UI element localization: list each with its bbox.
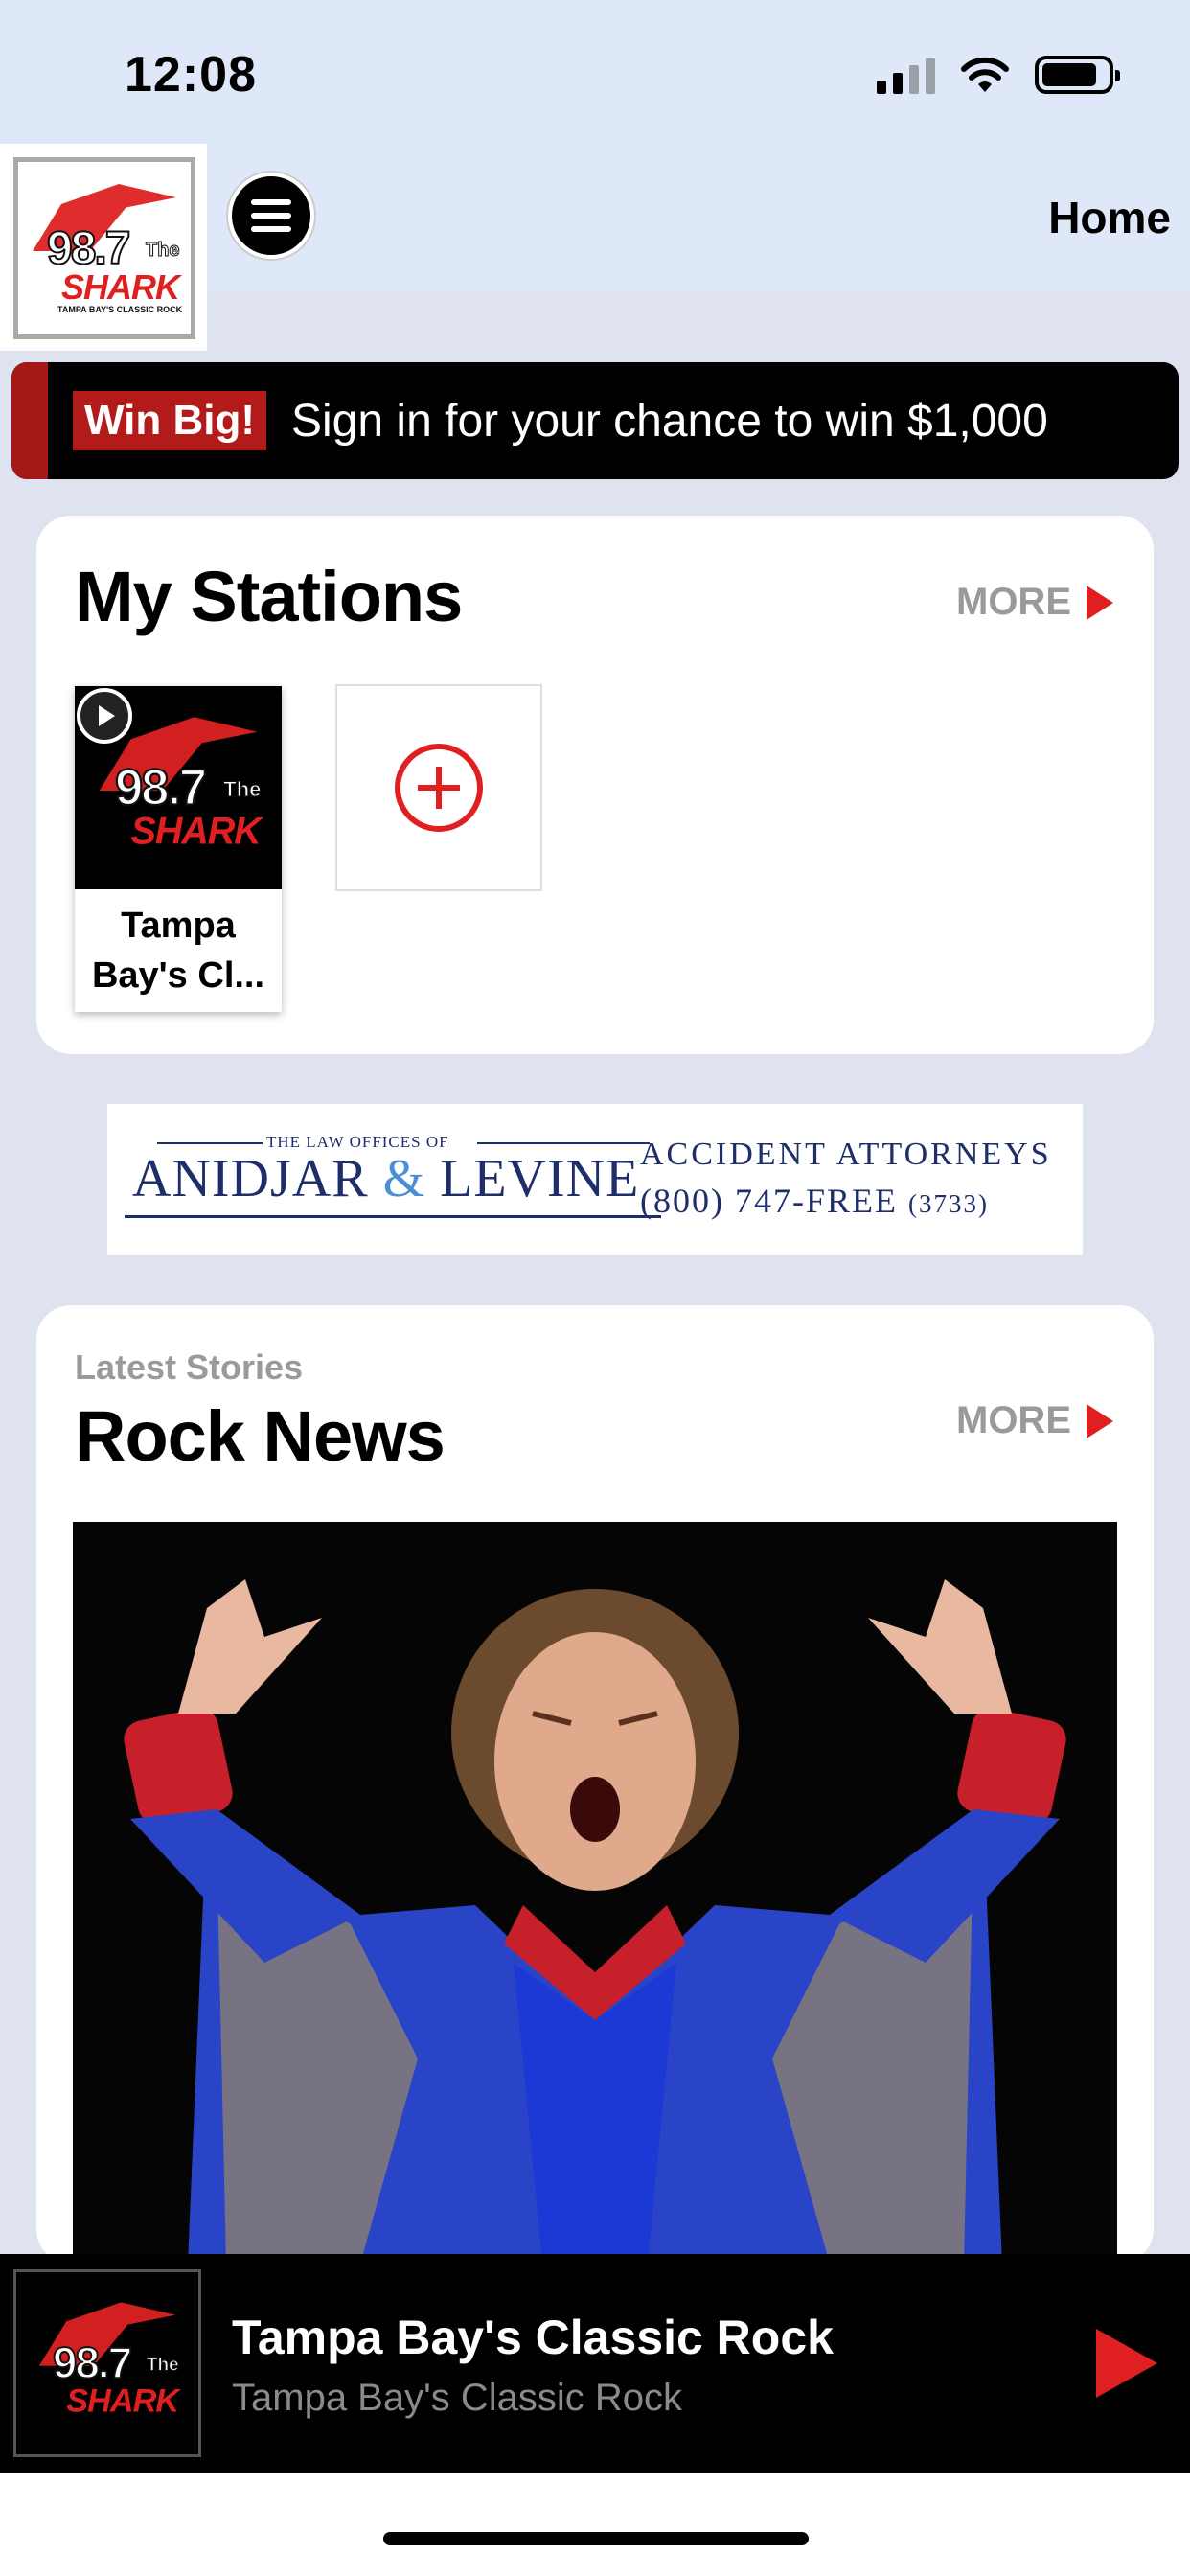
- player-artwork: 98.7 The SHARK: [13, 2269, 201, 2457]
- logo-word: SHARK: [61, 267, 180, 307]
- nav-home[interactable]: Home: [1048, 192, 1171, 243]
- promo-badge: Win Big!: [73, 391, 266, 450]
- shark-logo-icon: 98.7 The SHARK TAMPA BAY'S CLASSIC ROCK: [23, 176, 186, 320]
- status-icons: [877, 56, 1120, 94]
- app-header: 98.7 The SHARK TAMPA BAY'S CLASSIC ROCK …: [0, 144, 1190, 351]
- more-label: MORE: [956, 1399, 1071, 1441]
- my-stations-more-link[interactable]: MORE: [956, 581, 1113, 624]
- chevron-right-icon: [1087, 585, 1113, 620]
- ad-banner[interactable]: THE LAW OFFICES OF ANIDJAR & LEVINE ACCI…: [107, 1104, 1083, 1255]
- mini-player[interactable]: 98.7 The SHARK Tampa Bay's Classic Rock …: [0, 2254, 1190, 2472]
- performer-photo: [73, 1522, 1117, 2264]
- signal-icon: [877, 56, 935, 94]
- news-story-image[interactable]: [73, 1522, 1117, 2264]
- news-title: Rock News: [75, 1396, 446, 1476]
- status-time: 12:08: [125, 47, 257, 103]
- menu-button[interactable]: [228, 172, 314, 259]
- play-icon[interactable]: [77, 688, 132, 744]
- promo-banner[interactable]: Win Big! Sign in for your chance to win …: [11, 362, 1179, 479]
- shark-logo-icon: 98.7 The SHARK: [30, 2295, 185, 2432]
- station-name: Tampa Bay's Cl...: [91, 906, 265, 996]
- my-stations-title: My Stations: [75, 557, 463, 636]
- status-bar: 12:08: [0, 0, 1190, 144]
- bottom-safe-area: [0, 2472, 1190, 2576]
- promo-accent: [11, 362, 48, 479]
- station-logo[interactable]: 98.7 The SHARK TAMPA BAY'S CLASSIC ROCK: [0, 144, 207, 351]
- home-indicator[interactable]: [383, 2532, 809, 2545]
- logo-tagline: TAMPA BAY'S CLASSIC ROCK: [57, 305, 183, 314]
- menu-icon: [251, 199, 291, 205]
- station-tile[interactable]: 98.7 The SHARK Tampa Bay's Cl...: [75, 686, 282, 1012]
- battery-icon: [1035, 56, 1120, 94]
- chevron-right-icon: [1087, 1403, 1113, 1438]
- rock-news-card: Latest Stories Rock News MORE: [36, 1305, 1154, 2264]
- news-subtitle: Latest Stories: [75, 1347, 304, 1387]
- add-station-button[interactable]: [335, 684, 542, 891]
- wifi-icon: [961, 57, 1009, 92]
- player-title: Tampa Bay's Classic Rock: [232, 2311, 834, 2364]
- promo-text: Sign in for your chance to win $1,000: [291, 395, 1048, 447]
- my-stations-card: My Stations MORE 98.7 The SHARK Tampa Ba…: [36, 516, 1154, 1054]
- play-icon[interactable]: [1096, 2329, 1157, 2398]
- more-label: MORE: [956, 581, 1071, 623]
- news-more-link[interactable]: MORE: [956, 1399, 1113, 1442]
- ad-phone: (800) 747-FREE (3733): [640, 1182, 989, 1220]
- player-subtitle: Tampa Bay's Classic Rock: [232, 2377, 682, 2419]
- ad-firm-name: ANIDJAR & LEVINE: [132, 1149, 640, 1208]
- add-icon: [395, 744, 483, 832]
- station-artwork: 98.7 The SHARK: [75, 686, 282, 889]
- logo-the: The: [146, 240, 181, 262]
- ad-tagline: ACCIDENT ATTORNEYS: [640, 1137, 1052, 1172]
